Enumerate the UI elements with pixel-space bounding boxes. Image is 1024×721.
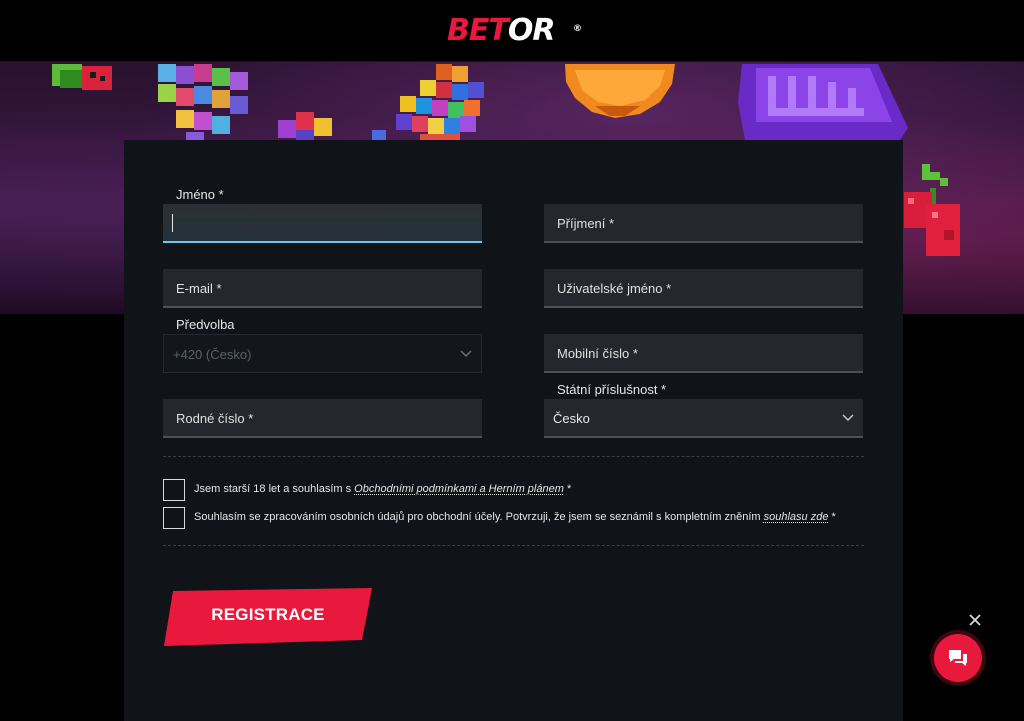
top-bar: BETOR ® (0, 0, 1024, 62)
cube-cluster-left (158, 64, 248, 140)
mobile-number-field[interactable]: Mobilní číslo * (544, 334, 863, 373)
consent-terms-required: * (563, 483, 572, 495)
consent-terms-row: Jsem starší 18 let a souhlasím s Obchodn… (163, 479, 864, 501)
chevron-down-icon (842, 414, 854, 422)
close-icon[interactable] (967, 612, 983, 628)
email-field[interactable]: E-mail * (163, 269, 482, 308)
consent-gdpr-row: Souhlasím se zpracováním osobních údajů … (163, 507, 864, 529)
divider-top (163, 456, 864, 457)
cube-cluster-mid (278, 112, 386, 140)
username-placeholder: Uživatelské jméno * (557, 281, 672, 296)
last-name-placeholder: Příjmení * (557, 216, 615, 231)
consent-gdpr-text: Souhlasím se zpracováním osobních údajů … (194, 511, 836, 523)
consent-terms-checkbox[interactable] (163, 479, 185, 501)
nationality-value: Česko (553, 411, 590, 426)
logo-or-text: OR (507, 13, 556, 48)
consent-gdpr-pre: Souhlasím se zpracováním osobních údajů … (194, 511, 764, 523)
prefix-value: +420 (Česko) (173, 347, 252, 362)
purple-maze-graphic (738, 64, 908, 140)
email-placeholder: E-mail * (176, 281, 222, 296)
consent-terms-text: Jsem starší 18 let a souhlasím s Obchodn… (194, 483, 571, 495)
nationality-select[interactable]: Česko (544, 399, 863, 438)
consent-terms-pre: Jsem starší 18 let a souhlasím s (194, 483, 355, 495)
watermelon-graphic (52, 64, 112, 90)
divider-bottom (163, 545, 864, 546)
chat-button[interactable] (934, 634, 982, 682)
registered-mark: ® (573, 24, 582, 34)
last-name-field[interactable]: Příjmení * (544, 204, 863, 243)
phone-prefix-select[interactable]: +420 (Česko) (163, 334, 482, 373)
gdpr-consent-link[interactable]: souhlasu zde (764, 511, 829, 523)
register-button-label: REGISTRACE (211, 605, 325, 624)
chat-bubble-icon (949, 650, 967, 666)
username-field[interactable]: Uživatelské jméno * (544, 269, 863, 308)
terms-link[interactable]: Obchodními podmínkami a Herním plánem (354, 483, 564, 495)
register-button[interactable]: REGISTRACE (163, 588, 373, 646)
birth-number-placeholder: Rodné číslo * (176, 411, 254, 426)
birth-number-field[interactable]: Rodné číslo * (163, 399, 482, 438)
nationality-label: Státní příslušnost * (557, 382, 667, 397)
betor-logo[interactable]: BETOR ® (447, 13, 582, 48)
prefix-label: Předvolba (176, 317, 235, 332)
first-name-field[interactable] (163, 204, 482, 243)
chevron-down-icon (460, 350, 472, 358)
text-cursor (172, 214, 173, 232)
mobile-placeholder: Mobilní číslo * (557, 346, 638, 361)
consent-gdpr-required: * (828, 511, 836, 523)
cherries-graphic (904, 164, 960, 256)
consent-gdpr-checkbox[interactable] (163, 507, 185, 529)
logo-bet-text: BET (447, 13, 509, 48)
cube-cluster-center (396, 64, 484, 140)
orange-sphere-graphic (565, 64, 675, 118)
first-name-label: Jméno * (176, 187, 224, 202)
